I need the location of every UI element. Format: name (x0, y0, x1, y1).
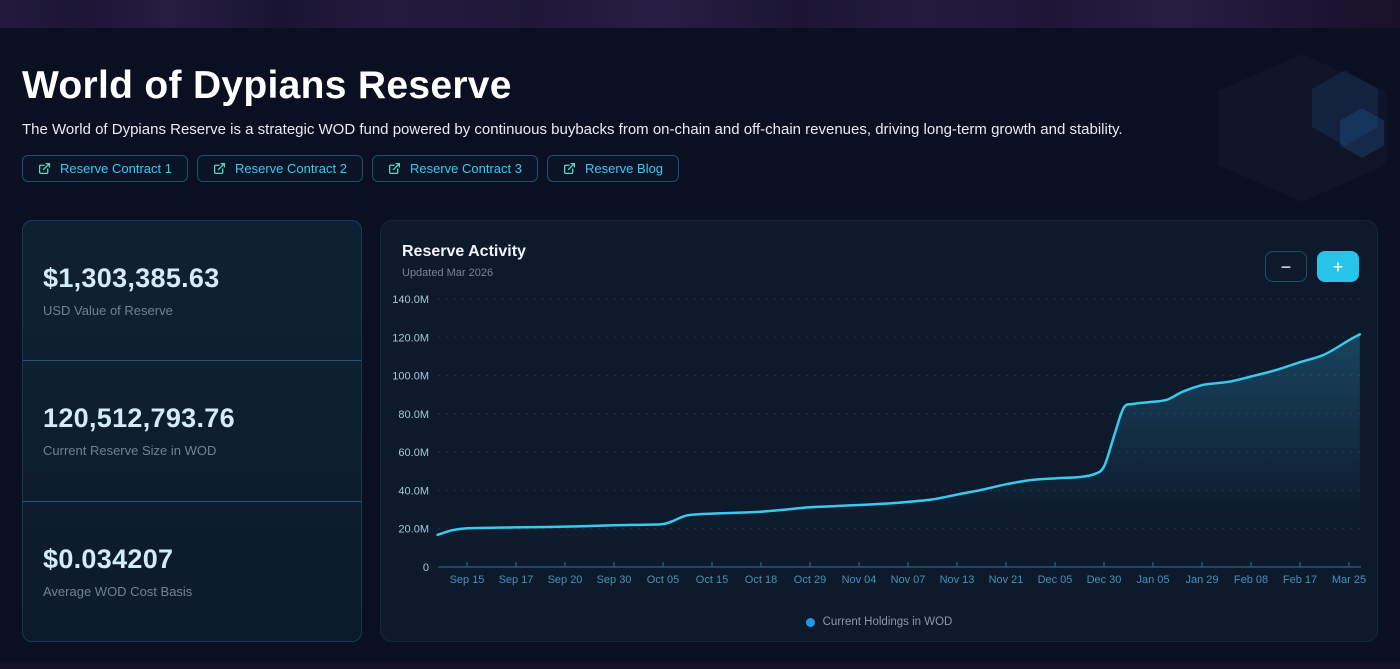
x-axis-label: Nov 04 (842, 574, 877, 586)
y-axis-label: 40.0M (398, 485, 429, 497)
x-axis-label: Feb 08 (1234, 574, 1268, 586)
y-axis-label: 60.0M (398, 447, 429, 459)
content-row: $1,303,385.63 USD Value of Reserve 120,5… (22, 220, 1378, 642)
reserve-contract-2-label: Reserve Contract 2 (235, 161, 347, 176)
x-axis-label: Sep 30 (597, 574, 632, 586)
top-banner-image (0, 0, 1400, 28)
x-axis-label: Oct 29 (794, 574, 826, 586)
external-link-icon (388, 162, 401, 175)
stat-usd-value: $1,303,385.63 USD Value of Reserve (23, 221, 361, 362)
reserve-blog-button[interactable]: Reserve Blog (547, 155, 680, 182)
external-link-icon (213, 162, 226, 175)
stat-reserve-size: 120,512,793.76 Current Reserve Size in W… (23, 361, 361, 502)
usd-value-of-reserve: $1,303,385.63 (43, 263, 220, 294)
reserve-page: World of Dypians Reserve The World of Dy… (0, 28, 1400, 642)
y-axis-label: 140.0M (392, 294, 429, 306)
holdings-area-fill (437, 334, 1360, 567)
y-axis-label: 120.0M (392, 332, 429, 344)
y-axis-label: 20.0M (398, 524, 429, 536)
average-wod-cost-basis: $0.034207 (43, 543, 174, 574)
usd-value-label: USD Value of Reserve (43, 303, 173, 319)
x-axis-label: Dec 05 (1038, 574, 1073, 586)
reserve-blog-label: Reserve Blog (585, 161, 664, 176)
footer-strip (0, 662, 1400, 669)
x-axis-label: Oct 15 (696, 574, 728, 586)
reserve-activity-card: Reserve Activity Updated Mar 2026 − + 02… (380, 220, 1378, 642)
x-axis-label: Nov 13 (940, 574, 975, 586)
reserve-size-label: Current Reserve Size in WOD (43, 443, 217, 459)
cost-basis-label: Average WOD Cost Basis (43, 583, 193, 599)
current-reserve-size: 120,512,793.76 (43, 403, 235, 434)
x-axis-label: Dec 30 (1087, 574, 1122, 586)
reserve-links-row: Reserve Contract 1 Reserve Contract 2 Re… (22, 155, 1378, 182)
external-link-icon (563, 162, 576, 175)
legend-current-holdings[interactable]: Current Holdings in WOD (381, 616, 1377, 628)
y-axis-label: 80.0M (398, 409, 429, 421)
reserve-stats-card: $1,303,385.63 USD Value of Reserve 120,5… (22, 220, 362, 642)
page-title: World of Dypians Reserve (22, 64, 512, 107)
y-axis-label: 0 (423, 562, 429, 574)
legend-label: Current Holdings in WOD (822, 616, 953, 628)
reserve-contract-3-button[interactable]: Reserve Contract 3 (372, 155, 538, 182)
reserve-activity-chart[interactable]: 0 20.0M 40.0M 60.0M 80.0M 100.0M 120.0M 140.0M S… (381, 221, 1379, 643)
legend-dot-icon (805, 617, 815, 627)
x-axis-label: Nov 21 (989, 574, 1024, 586)
reserve-contract-1-label: Reserve Contract 1 (60, 161, 172, 176)
x-axis-label: Mar 25 (1332, 574, 1366, 586)
x-axis-label: Sep 17 (499, 574, 534, 586)
x-axis-label: Sep 15 (450, 574, 485, 586)
external-link-icon (38, 162, 51, 175)
x-axis-label: Oct 05 (647, 574, 679, 586)
stat-cost-basis: $0.034207 Average WOD Cost Basis (23, 502, 361, 641)
y-axis-label: 100.0M (392, 371, 429, 383)
x-axis-label: Nov 07 (891, 574, 926, 586)
x-axis-label: Feb 17 (1283, 574, 1317, 586)
reserve-blog-label-3: Reserve Contract 3 (410, 161, 522, 176)
reserve-contract-1-button[interactable]: Reserve Contract 1 (22, 155, 188, 182)
page-subtitle: The World of Dypians Reserve is a strate… (22, 121, 1123, 138)
x-axis-label: Jan 05 (1136, 574, 1169, 586)
reserve-contract-2-button[interactable]: Reserve Contract 2 (197, 155, 363, 182)
x-axis-label: Jan 29 (1185, 574, 1218, 586)
x-axis-label: Sep 20 (548, 574, 583, 586)
x-axis-label: Oct 18 (745, 574, 777, 586)
